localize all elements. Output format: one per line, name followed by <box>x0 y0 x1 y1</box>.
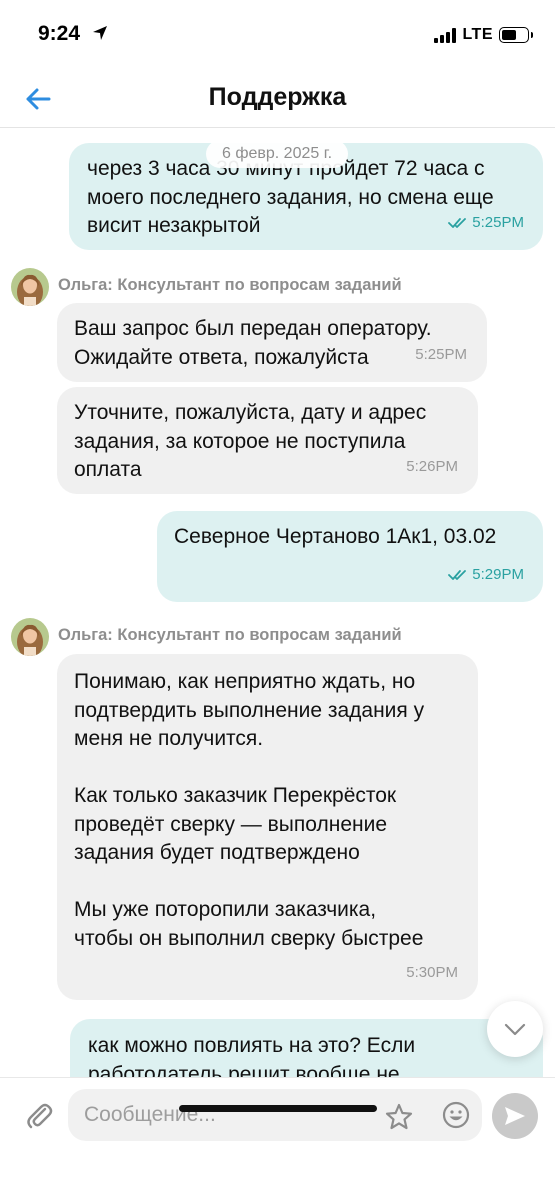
sender-name: Ольга: Консультант по вопросам заданий <box>58 276 402 294</box>
message-text: Ваш запрос был передан оператору. Ожидай… <box>74 317 432 369</box>
page-title: Поддержка <box>208 83 347 111</box>
paperclip-icon <box>27 1103 53 1129</box>
message-input[interactable] <box>84 1089 384 1141</box>
status-time: 9:24 <box>38 22 81 45</box>
attach-button[interactable] <box>22 1098 56 1132</box>
favorite-button[interactable] <box>384 1101 414 1131</box>
message-text: как можно повлиять на это? Если работода… <box>88 1034 416 1077</box>
message-bubble-incoming[interactable]: Ваш запрос был передан оператору. Ожидай… <box>57 303 487 382</box>
message-meta: 5:29PM <box>448 561 524 590</box>
message-meta: 5:25PM <box>448 209 524 238</box>
message-time: 5:25PM <box>415 345 467 363</box>
double-check-icon <box>448 217 467 228</box>
home-indicator <box>179 1105 377 1112</box>
message-text: Понимаю, как неприятно ждать, но подтвер… <box>74 670 425 950</box>
location-arrow-icon <box>92 25 108 46</box>
emoji-button[interactable] <box>440 1099 472 1131</box>
send-icon <box>505 1107 525 1125</box>
status-indicators: LTE <box>434 26 533 44</box>
avatar-portrait-icon <box>11 268 49 306</box>
message-bubble-incoming[interactable]: Понимаю, как неприятно ждать, но подтвер… <box>57 654 478 1000</box>
emoji-icon <box>442 1101 470 1129</box>
network-type: LTE <box>462 26 493 43</box>
send-button[interactable] <box>492 1093 538 1139</box>
status-bar: 9:24 LTE <box>0 0 555 70</box>
avatar[interactable] <box>11 618 49 656</box>
scroll-to-bottom-button[interactable] <box>487 1001 543 1057</box>
message-time: 5:29PM <box>472 565 524 583</box>
message-bubble-outgoing[interactable]: Северное Чертаново 1Ак1, 03.02 5:29PM <box>157 511 543 602</box>
message-text: Северное Чертаново 1Ак1, 03.02 <box>174 525 497 548</box>
sender-name: Ольга: Консультант по вопросам заданий <box>58 626 402 644</box>
message-time: 5:25PM <box>472 213 524 231</box>
message-bubble-outgoing[interactable]: как можно повлиять на это? Если работода… <box>70 1019 543 1077</box>
message-time: 5:30PM <box>406 963 458 981</box>
chat-messages[interactable]: через 3 часа 30 минут пройдет 72 часа с … <box>0 129 555 1077</box>
double-check-icon <box>448 569 467 580</box>
message-input-container <box>68 1089 482 1141</box>
star-icon <box>385 1103 413 1129</box>
message-text: Уточните, пожалуйста, дату и адрес задан… <box>74 401 427 481</box>
message-composer <box>0 1077 555 1200</box>
message-time: 5:26PM <box>406 457 458 475</box>
date-separator: 6 февр. 2025 г. <box>206 140 348 168</box>
navigation-bar: Поддержка <box>0 70 555 128</box>
avatar-portrait-icon <box>11 618 49 656</box>
message-bubble-incoming[interactable]: Уточните, пожалуйста, дату и адрес задан… <box>57 387 478 494</box>
avatar[interactable] <box>11 268 49 306</box>
chevron-down-icon <box>504 1023 526 1035</box>
battery-icon <box>499 27 533 43</box>
cellular-signal-icon <box>434 27 457 43</box>
